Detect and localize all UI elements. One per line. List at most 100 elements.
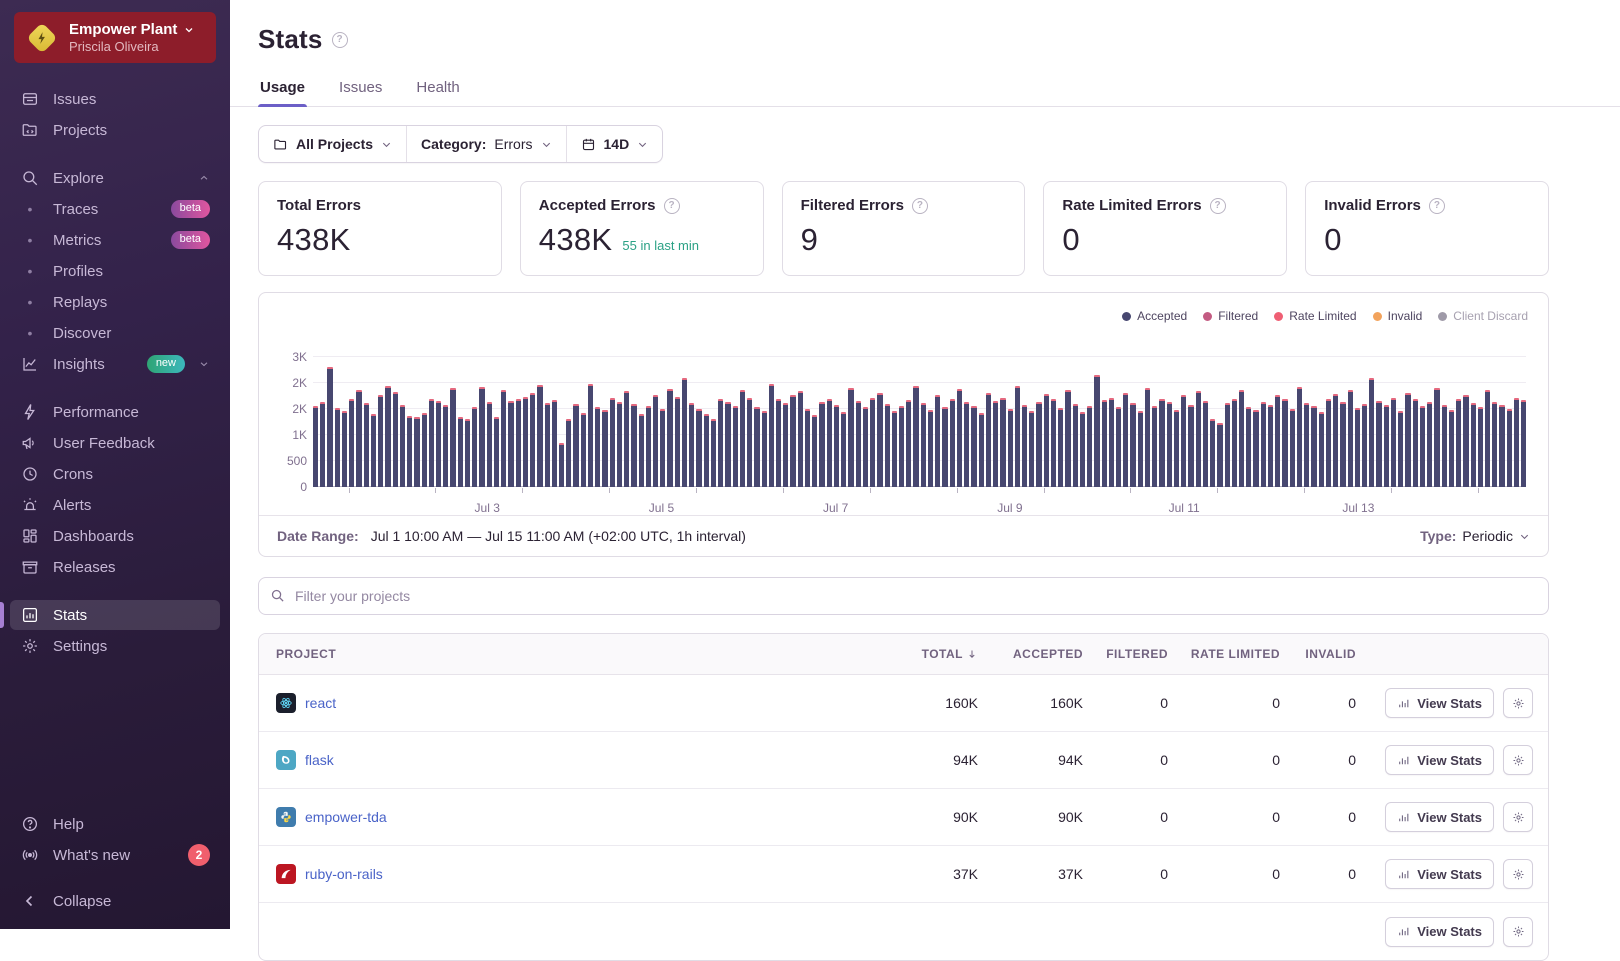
chart-bar (1326, 399, 1331, 487)
view-stats-button[interactable]: View Stats (1385, 859, 1494, 889)
gear-icon (1512, 811, 1525, 824)
chart-bar (892, 411, 897, 487)
sidebar-item-insights[interactable]: Insightsnew (10, 349, 220, 379)
project-link[interactable]: react (305, 695, 336, 711)
sidebar-item-traces[interactable]: •Tracesbeta (10, 194, 220, 224)
view-stats-button[interactable]: View Stats (1385, 688, 1494, 718)
project-link[interactable]: empower-tda (305, 809, 387, 825)
help-icon[interactable]: ? (912, 198, 928, 214)
view-stats-button[interactable]: View Stats (1385, 917, 1494, 947)
x-axis-tick-label: Jul 5 (649, 501, 674, 515)
chart-bar (624, 391, 629, 487)
legend-item-accepted[interactable]: Accepted (1122, 309, 1187, 323)
chart-bar (1340, 402, 1345, 487)
legend-item-client-discard[interactable]: Client Discard (1438, 309, 1528, 323)
gear-icon (1512, 754, 1525, 767)
date-range-dropdown[interactable]: 14D (566, 126, 663, 162)
page-help-icon[interactable]: ? (332, 32, 348, 48)
sidebar-item-projects[interactable]: Projects (10, 115, 220, 145)
project-settings-button[interactable] (1503, 859, 1533, 889)
view-stats-button[interactable]: View Stats (1385, 802, 1494, 832)
chart-bar (1478, 407, 1483, 487)
stats-icon (20, 606, 40, 624)
table-row-flask: flask94K94K000View Stats (259, 732, 1548, 789)
org-switcher[interactable]: Empower Plant Priscila Oliveira (14, 12, 216, 63)
chart-type-dropdown[interactable]: Type: Periodic (1420, 528, 1530, 544)
tab-issues[interactable]: Issues (337, 71, 384, 106)
tab-usage[interactable]: Usage (258, 71, 307, 106)
chart-bar (617, 402, 622, 487)
project-settings-button[interactable] (1503, 688, 1533, 718)
project-link[interactable]: ruby-on-rails (305, 866, 383, 882)
project-filter-dropdown[interactable]: All Projects (259, 126, 406, 162)
sidebar-item-help[interactable]: Help (10, 809, 220, 839)
column-header-accepted[interactable]: ACCEPTED (978, 634, 1083, 674)
chart-bar (1232, 399, 1237, 487)
sidebar-item-profiles[interactable]: •Profiles (10, 256, 220, 286)
chart-bar (863, 407, 868, 487)
chart-bar (950, 399, 955, 487)
legend-item-invalid[interactable]: Invalid (1373, 309, 1423, 323)
sidebar-item-issues[interactable]: Issues (10, 84, 220, 114)
sidebar-item-crons[interactable]: Crons (10, 459, 220, 489)
project-settings-button[interactable] (1503, 917, 1533, 947)
sidebar-item-releases[interactable]: Releases (10, 552, 220, 582)
chart-bar (762, 411, 767, 487)
chart-bar (646, 406, 651, 487)
sidebar-item-stats[interactable]: Stats (10, 600, 220, 630)
chart-bar (552, 400, 557, 487)
tab-health[interactable]: Health (414, 71, 461, 106)
project-link[interactable]: flask (305, 752, 334, 768)
sidebar-item-settings[interactable]: Settings (10, 631, 220, 661)
sidebar-item-alerts[interactable]: Alerts (10, 490, 220, 520)
column-header-filtered[interactable]: FILTERED (1083, 634, 1168, 674)
project-settings-button[interactable] (1503, 802, 1533, 832)
projects-folder-icon (273, 137, 288, 152)
platform-rails-icon (276, 864, 296, 884)
column-header-rate-limited[interactable]: RATE LIMITED (1168, 634, 1280, 674)
chart-bar (537, 385, 542, 487)
cell-filtered: 0 (1083, 695, 1168, 711)
cell-filtered: 0 (1083, 809, 1168, 825)
legend-item-filtered[interactable]: Filtered (1203, 309, 1258, 323)
collapse-sidebar-button[interactable]: Collapse (10, 886, 220, 916)
sidebar-item-what-s-new[interactable]: What's new2 (10, 840, 220, 870)
sidebar-item-performance[interactable]: Performance (10, 397, 220, 427)
chart-bar (653, 395, 658, 487)
chart-bar (971, 406, 976, 487)
column-header-total[interactable]: TOTAL (828, 634, 978, 674)
sidebar-item-replays[interactable]: •Replays (10, 287, 220, 317)
column-header-invalid[interactable]: INVALID (1280, 634, 1356, 674)
platform-python-icon (276, 807, 296, 827)
sidebar-item-user-feedback[interactable]: User Feedback (10, 428, 220, 458)
help-icon[interactable]: ? (1429, 198, 1445, 214)
view-stats-button[interactable]: View Stats (1385, 745, 1494, 775)
chart-bar (1036, 402, 1041, 487)
project-cell: ruby-on-rails (259, 864, 828, 884)
sidebar-item-dashboards[interactable]: Dashboards (10, 521, 220, 551)
project-search-input[interactable] (258, 577, 1549, 615)
sidebar-item-explore[interactable]: Explore (10, 163, 220, 193)
project-search (258, 577, 1549, 615)
chart-bar (1492, 402, 1497, 487)
x-axis-tick (1391, 488, 1392, 493)
column-header-project[interactable]: PROJECT (259, 634, 828, 674)
badge-new: new (147, 355, 185, 372)
chart-bar (581, 413, 586, 487)
chart-bar (1174, 410, 1179, 487)
lightning-bolt-icon (26, 22, 58, 54)
chart-bar (1138, 411, 1143, 487)
sidebar-item-discover[interactable]: •Discover (10, 318, 220, 348)
chart-bar (718, 399, 723, 487)
help-icon[interactable]: ? (1210, 198, 1226, 214)
badge-beta: beta (171, 200, 210, 217)
legend-item-rate-limited[interactable]: Rate Limited (1274, 309, 1356, 323)
project-settings-button[interactable] (1503, 745, 1533, 775)
x-axis-tick (1217, 488, 1218, 493)
chart-bar (320, 402, 325, 487)
sidebar-item-metrics[interactable]: •Metricsbeta (10, 225, 220, 255)
category-filter-dropdown[interactable]: Category: Errors (406, 126, 565, 162)
help-icon[interactable]: ? (664, 198, 680, 214)
stat-card-invalid-errors: Invalid Errors?0 (1305, 181, 1549, 276)
chart-bar (479, 387, 484, 487)
